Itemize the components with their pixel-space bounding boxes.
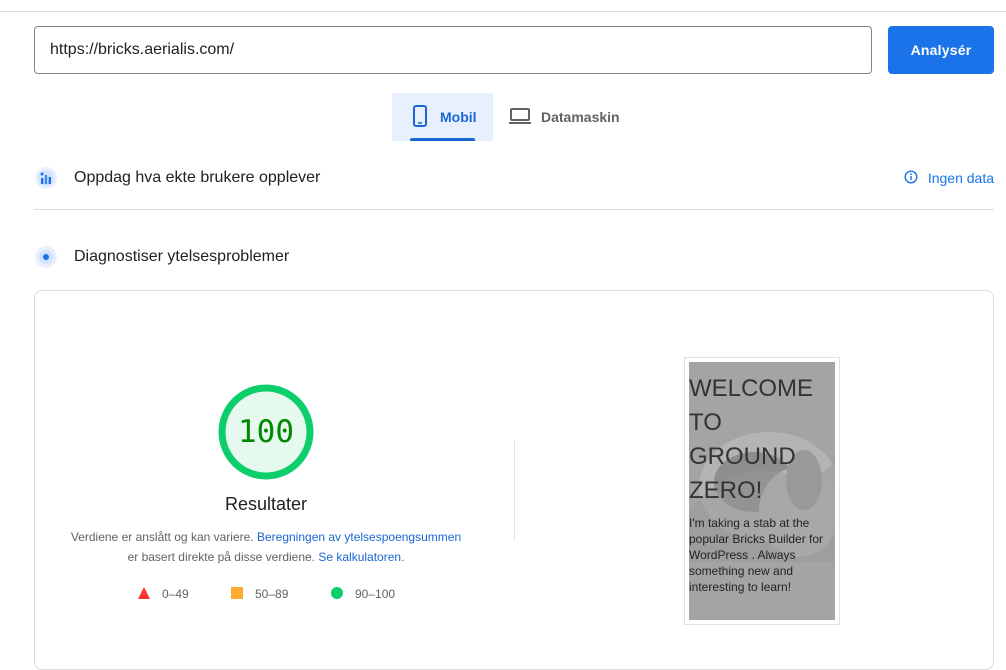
desc-text-2: er basert direkte på disse verdiene. xyxy=(127,550,316,564)
info-icon xyxy=(904,169,928,187)
score-description: Verdiene er anslått og kan variere. Bere… xyxy=(56,527,476,567)
score-value: 100 xyxy=(238,414,294,450)
legend-average: 50–89 xyxy=(231,586,288,602)
page-screenshot[interactable]: WELCOME TO GROUND ZERO! I'm taking a sta… xyxy=(689,362,835,620)
score-gauge[interactable]: 100 xyxy=(218,384,314,480)
legend-fail: 0–49 xyxy=(138,586,189,602)
circle-icon xyxy=(331,586,343,602)
smartphone-icon xyxy=(410,104,440,130)
tab-desktop[interactable]: Datamaskin xyxy=(509,93,620,141)
score-label: Resultater xyxy=(224,494,308,514)
lighthouse-icon xyxy=(34,245,58,269)
analyze-button[interactable]: Analysér xyxy=(888,26,994,74)
legend-pass: 90–100 xyxy=(331,586,395,602)
screenshot-body: I'm taking a stab at the popular Bricks … xyxy=(689,516,824,594)
score-calc-link[interactable]: Beregningen av ytelsespoengsummen xyxy=(257,530,461,544)
legend-average-range: 50–89 xyxy=(255,587,289,601)
square-icon xyxy=(231,586,243,602)
users-chart-icon xyxy=(34,166,58,190)
vertical-divider xyxy=(514,441,515,541)
tab-desktop-label: Datamaskin xyxy=(541,109,620,125)
legend-fail-range: 0–49 xyxy=(162,587,189,601)
url-input[interactable] xyxy=(34,26,872,74)
desc-text-1: Verdiene er anslått og kan variere. xyxy=(70,530,254,544)
top-divider xyxy=(0,11,1006,12)
tab-mobile[interactable]: Mobil xyxy=(392,93,493,141)
no-data-link[interactable]: Ingen data xyxy=(904,161,994,195)
laptop-icon xyxy=(509,107,541,128)
no-data-label: Ingen data xyxy=(927,170,994,186)
lab-data-section: Diagnostiser ytelsesproblemer xyxy=(34,240,994,274)
lab-data-title: Diagnostiser ytelsesproblemer xyxy=(74,248,290,265)
calculator-link[interactable]: Se kalkulatoren. xyxy=(318,550,404,564)
section-divider xyxy=(34,209,994,210)
active-tab-indicator xyxy=(410,138,475,141)
tab-mobile-label: Mobil xyxy=(440,109,477,125)
screenshot-heading: WELCOME TO GROUND ZERO! xyxy=(689,375,814,504)
legend-pass-range: 90–100 xyxy=(355,587,396,601)
field-data-section: Oppdag hva ekte brukere opplever Ingen d… xyxy=(34,161,994,195)
field-data-title: Oppdag hva ekte brukere opplever xyxy=(74,169,321,186)
triangle-icon xyxy=(138,586,150,602)
